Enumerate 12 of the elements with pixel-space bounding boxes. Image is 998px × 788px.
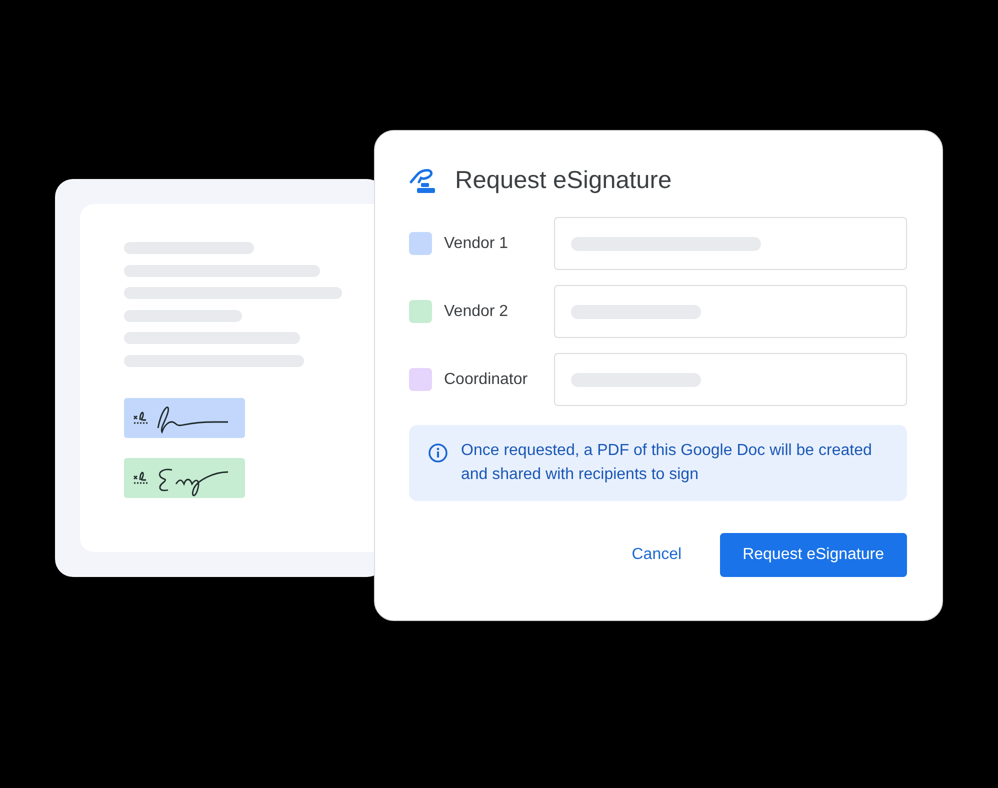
info-text: Once requested, a PDF of this Google Doc will be created and shared with recipients to sign	[461, 441, 873, 485]
recipient-label: Vendor 2	[444, 302, 510, 320]
cancel-button[interactable]: Cancel	[608, 533, 706, 577]
input-field[interactable]	[554, 353, 907, 406]
dialog-title: Request eSignature	[455, 167, 672, 195]
request-button[interactable]: Request eSignature	[720, 533, 907, 577]
input-field[interactable]	[554, 285, 907, 338]
info-icon	[428, 443, 448, 463]
recipient-label: Vendor 1	[444, 234, 510, 252]
signature-pen-icon	[409, 168, 437, 194]
input-field[interactable]	[554, 217, 907, 270]
recipient-label: Coordinator	[444, 370, 529, 388]
